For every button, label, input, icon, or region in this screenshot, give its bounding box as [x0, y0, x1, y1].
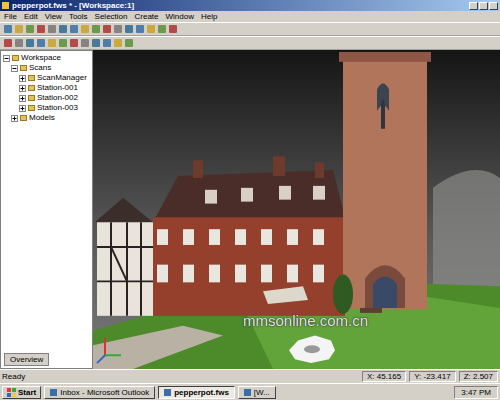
folder-icon	[20, 115, 27, 121]
tool-icon[interactable]	[37, 39, 45, 47]
toolbar	[0, 36, 500, 50]
status-field: Y: -23.417	[409, 371, 455, 382]
tool-icon[interactable]	[114, 25, 122, 33]
tool-icon[interactable]	[81, 25, 89, 33]
menu-item[interactable]: Help	[201, 12, 217, 21]
toolbar	[0, 22, 500, 36]
menu-item[interactable]: Selection	[95, 12, 128, 21]
tool-icon[interactable]	[125, 25, 133, 33]
tool-icon[interactable]	[15, 25, 23, 33]
tree-item[interactable]: Station-001	[1, 83, 92, 93]
menu-item[interactable]: Edit	[24, 12, 38, 21]
tool-icon[interactable]	[59, 25, 67, 33]
app-icon	[244, 389, 251, 396]
status-field: X: 45.165	[362, 371, 406, 382]
expander-icon[interactable]	[19, 95, 26, 102]
tool-icon[interactable]	[4, 39, 12, 47]
tool-icon[interactable]	[125, 39, 133, 47]
tree-item[interactable]: Station-002	[1, 93, 92, 103]
expander-icon[interactable]	[11, 65, 18, 72]
tool-icon[interactable]	[59, 39, 67, 47]
system-tray: 3:47 PM	[454, 386, 498, 399]
app-icon	[50, 389, 57, 396]
menu-item[interactable]: File	[4, 12, 17, 21]
start-button[interactable]: Start	[2, 386, 41, 399]
app-window: pepperpot.fws * - [Workspace:1]File Edit V…	[0, 0, 500, 400]
menu-item[interactable]: Create	[135, 12, 159, 21]
tree-item[interactable]: ScanManager	[1, 73, 92, 83]
menu-bar: File Edit View Tools Selection Create Window He…	[0, 11, 500, 22]
taskbar-item[interactable]: pepperpot.fws	[158, 386, 235, 399]
minimize-button[interactable]	[469, 2, 478, 10]
tool-icon[interactable]	[48, 25, 56, 33]
clock: 3:47 PM	[461, 388, 491, 397]
tool-icon[interactable]	[15, 39, 23, 47]
tree-item[interactable]: Scans	[1, 63, 92, 73]
tool-icon[interactable]	[147, 25, 155, 33]
close-button[interactable]	[489, 2, 498, 10]
panel-tab[interactable]: Overview	[4, 353, 49, 366]
folder-icon	[12, 55, 19, 61]
app-icon	[164, 389, 171, 396]
tree-item[interactable]: Workspace	[1, 53, 92, 63]
tool-icon[interactable]	[103, 39, 111, 47]
folder-icon	[28, 95, 35, 101]
status-bar: ReadyX: 45.165Y: -23.417 Z: 2.507	[0, 369, 500, 383]
title-bar: pepperpot.fws * - [Workspace:1]	[0, 0, 500, 11]
tool-icon[interactable]	[158, 25, 166, 33]
tool-icon[interactable]	[48, 39, 56, 47]
tool-icon[interactable]	[103, 25, 111, 33]
status-message: Ready	[2, 372, 359, 381]
tool-icon[interactable]	[136, 25, 144, 33]
maximize-button[interactable]	[479, 2, 488, 10]
point-cloud-viewport[interactable]: mmsonline.com.cn	[93, 50, 500, 369]
folder-icon	[28, 75, 35, 81]
tool-icon[interactable]	[81, 39, 89, 47]
tool-icon[interactable]	[92, 25, 100, 33]
folder-icon	[20, 65, 27, 71]
tool-icon[interactable]	[92, 39, 100, 47]
expander-icon[interactable]	[11, 115, 18, 122]
tool-icon[interactable]	[26, 39, 34, 47]
taskbar-item[interactable]: Inbox - Microsoft Outlook	[44, 386, 155, 399]
menu-item[interactable]: View	[45, 12, 62, 21]
taskbar-item[interactable]: [W...	[238, 386, 276, 399]
folder-icon	[28, 85, 35, 91]
workspace-panel: WorkspaceScansScanManagerStation-001Stat…	[0, 50, 93, 369]
expander-icon[interactable]	[19, 105, 26, 112]
expander-icon[interactable]	[19, 75, 26, 82]
expander-icon[interactable]	[3, 55, 10, 62]
menu-item[interactable]: Tools	[69, 12, 88, 21]
tool-icon[interactable]	[114, 39, 122, 47]
menu-item[interactable]: Window	[166, 12, 194, 21]
tree-item[interactable]: Station-003	[1, 103, 92, 113]
windows-logo-icon	[7, 388, 16, 397]
window-title: pepperpot.fws * - [Workspace:1]	[12, 0, 466, 11]
tool-icon[interactable]	[70, 25, 78, 33]
expander-icon[interactable]	[19, 85, 26, 92]
tool-icon[interactable]	[26, 25, 34, 33]
app-icon	[2, 2, 9, 9]
status-field: Z: 2.507	[459, 371, 498, 382]
tool-icon[interactable]	[37, 25, 45, 33]
folder-icon	[28, 105, 35, 111]
taskbar: StartInbox - Microsoft Outlookpepperpot.…	[0, 383, 500, 400]
tool-icon[interactable]	[169, 25, 177, 33]
tool-icon[interactable]	[4, 25, 12, 33]
watermark: mmsonline.com.cn	[243, 312, 368, 329]
tool-icon[interactable]	[70, 39, 78, 47]
tree: WorkspaceScansScanManagerStation-001Stat…	[1, 51, 92, 353]
tree-item[interactable]: Models	[1, 113, 92, 123]
